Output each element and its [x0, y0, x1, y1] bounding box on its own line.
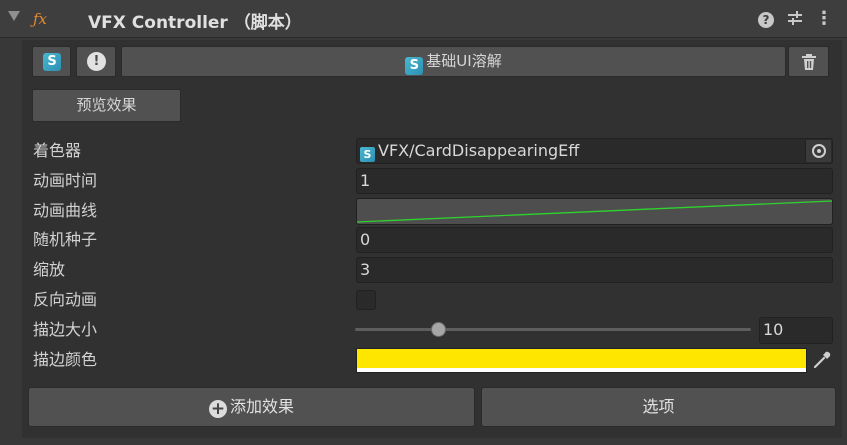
help-icon[interactable]: ? [756, 9, 776, 29]
outline-size-label: 描边大小 [33, 320, 98, 339]
effect-script-button[interactable]: S [32, 46, 71, 77]
outline-size-slider-thumb[interactable] [430, 322, 446, 337]
outline-size-field[interactable]: 10 [759, 317, 833, 344]
help-glyph: ? [758, 12, 774, 28]
duration-field[interactable]: 1 [356, 168, 833, 194]
fold-arrow-icon[interactable] [8, 11, 20, 21]
color-fill [357, 349, 806, 368]
more-icon[interactable]: ⋮ [814, 9, 834, 29]
shader-field[interactable]: S VFX/CardDisappearingEff [356, 138, 833, 164]
effect-name-button[interactable]: S 基础UI溶解 [121, 46, 786, 77]
script-icon: ƒx [32, 10, 47, 28]
curve-label: 动画曲线 [33, 201, 98, 220]
info-button[interactable]: ! [76, 46, 116, 77]
preset-icon[interactable] [785, 9, 805, 29]
outline-size-slider-track[interactable] [355, 328, 751, 331]
seed-label: 随机种子 [33, 230, 98, 249]
effect-name-label: 基础UI溶解 [426, 52, 502, 70]
preview-effect-button[interactable]: 预览效果 [32, 89, 181, 122]
outline-color-label: 描边颜色 [33, 350, 98, 369]
shader-asset-icon: S [360, 147, 375, 162]
curve-line [357, 200, 832, 223]
shader-label: 着色器 [33, 141, 82, 160]
add-effect-button[interactable]: + 添加效果 [28, 387, 475, 427]
seed-field[interactable]: 0 [356, 227, 833, 253]
delete-effect-button[interactable] [788, 46, 829, 77]
options-button[interactable]: 选项 [481, 387, 836, 427]
effect-s-icon-small: S [405, 57, 424, 75]
shader-value: VFX/CardDisappearingEff [378, 141, 580, 160]
animation-curve-field[interactable] [356, 198, 833, 225]
object-picker-icon[interactable] [805, 140, 831, 162]
color-alpha-bar [357, 368, 806, 372]
curve-graph [357, 200, 832, 223]
effect-s-icon: S [43, 53, 61, 71]
scale-label: 缩放 [33, 260, 66, 279]
trash-icon [802, 54, 816, 70]
eyedropper-icon[interactable] [809, 348, 834, 373]
reverse-checkbox[interactable] [356, 290, 376, 310]
outline-color-swatch[interactable] [356, 348, 807, 373]
duration-label: 动画时间 [33, 171, 98, 190]
add-effect-label: 添加效果 [229, 397, 294, 416]
info-icon: ! [87, 52, 106, 71]
scale-field[interactable]: 3 [356, 257, 833, 283]
reverse-label: 反向动画 [33, 290, 98, 309]
plus-circle-icon: + [208, 399, 227, 419]
component-title: VFX Controller （脚本） [88, 13, 302, 33]
preset-sliders-icon [788, 11, 802, 25]
